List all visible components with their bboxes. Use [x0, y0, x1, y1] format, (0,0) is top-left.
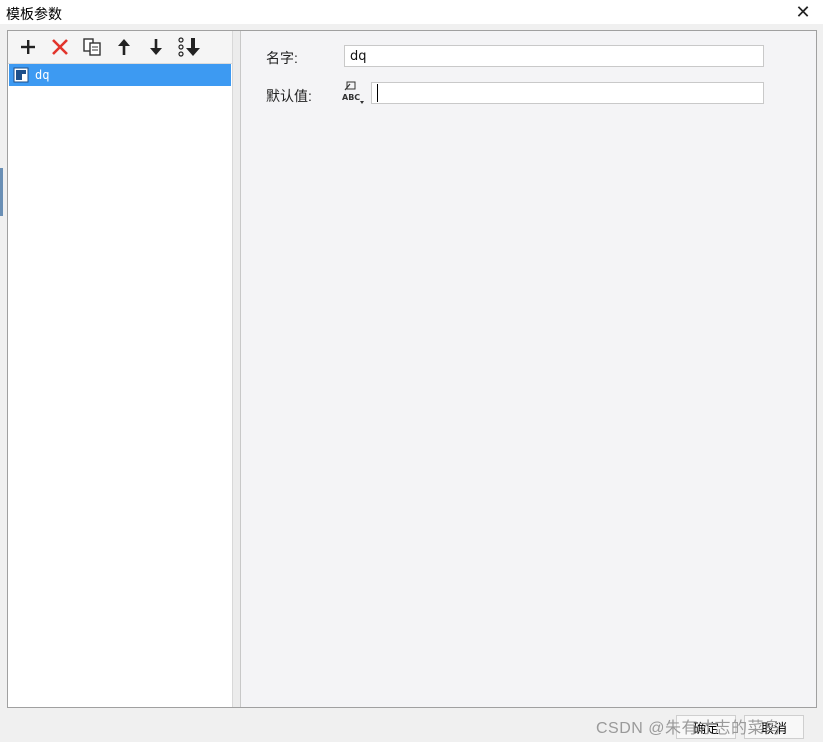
- move-up-button[interactable]: [112, 35, 136, 59]
- add-button[interactable]: [16, 35, 40, 59]
- close-icon[interactable]: ✕: [793, 2, 813, 22]
- tree-item-label: dq: [35, 68, 50, 82]
- parameter-icon: [13, 67, 29, 83]
- default-value-label: 默认值:: [266, 88, 312, 104]
- svg-text:ABC: ABC: [342, 93, 360, 102]
- add-icon: [21, 40, 35, 54]
- text-caret: [377, 84, 378, 102]
- name-label: 名字:: [266, 50, 298, 66]
- name-input[interactable]: [344, 45, 764, 67]
- move-bottom-icon: [178, 37, 200, 57]
- window-title: 模板参数: [6, 6, 62, 22]
- list-item[interactable]: dq: [9, 64, 231, 86]
- delete-icon: [52, 39, 68, 55]
- pane-splitter[interactable]: [232, 31, 241, 707]
- copy-button[interactable]: [80, 35, 104, 59]
- cancel-button[interactable]: 取消: [744, 715, 804, 739]
- ok-button[interactable]: 确定: [676, 715, 736, 739]
- title-bar: 模板参数 ✕: [0, 0, 823, 24]
- delete-button[interactable]: [48, 35, 72, 59]
- move-down-icon: [150, 39, 162, 55]
- dialog-footer: 确定 取消: [0, 708, 823, 742]
- side-edge: [0, 30, 4, 706]
- copy-icon: [83, 38, 101, 56]
- abc-type-icon[interactable]: ABC: [341, 81, 367, 105]
- parameter-toolbar: [8, 31, 232, 64]
- move-up-icon: [118, 39, 130, 55]
- default-value-input[interactable]: [371, 82, 764, 104]
- parameter-tree[interactable]: dq: [8, 64, 233, 707]
- move-down-button[interactable]: [144, 35, 168, 59]
- move-bottom-button[interactable]: [176, 35, 204, 59]
- parameter-editor-pane: 名字: 默认值: ABC: [241, 31, 816, 707]
- parameter-list-pane: dq: [8, 31, 233, 707]
- dialog-body: dq 名字: 默认值: ABC: [7, 30, 817, 708]
